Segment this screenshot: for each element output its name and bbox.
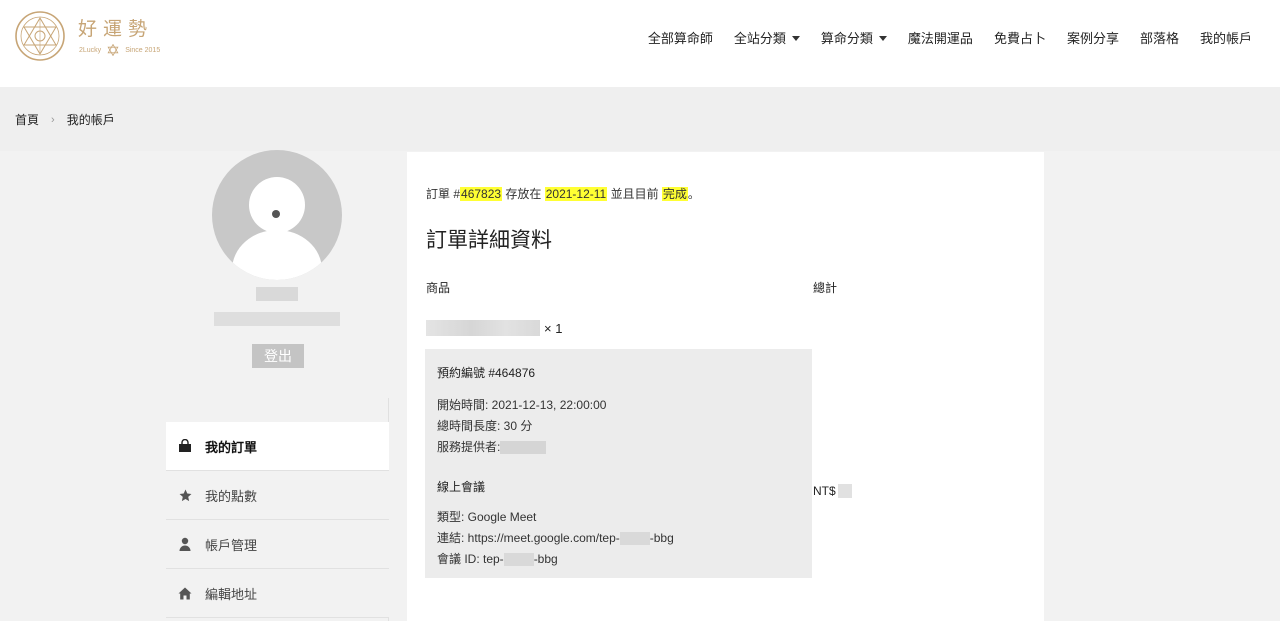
main-nav: 全部算命師 全站分類 算命分類 魔法開運品 免費占卜 案例分享 部落格 我的帳戶 xyxy=(648,28,1252,47)
column-header-total: 總計 xyxy=(813,281,838,295)
home-icon xyxy=(177,585,193,601)
redacted-price xyxy=(837,484,852,498)
caret-down-icon xyxy=(791,36,800,41)
booking-info: 開始時間: 2021-12-13, 22:00:00 總時間長度: 30 分 服… xyxy=(437,395,606,458)
meeting-id-suffix: -bbg xyxy=(533,552,558,566)
meeting-info: 類型: Google Meet 連結: https://meet.google.… xyxy=(437,507,674,570)
currency-label: NT$ xyxy=(813,484,836,498)
order-prefix: 訂單 # xyxy=(426,187,461,201)
redacted-product-name[interactable] xyxy=(426,320,540,336)
menu-item-edit-address[interactable]: 編輯地址 xyxy=(166,569,389,618)
site-header: 好運勢 2Lucky Since 2015 全部算命師 全站分類 算命分類 魔法… xyxy=(0,0,1280,87)
star-icon xyxy=(177,487,193,503)
meeting-title: 線上會議 xyxy=(437,480,486,494)
order-total-price: NT$ xyxy=(813,484,852,498)
avatar xyxy=(212,150,342,280)
meeting-id-prefix: 會議 ID: tep- xyxy=(437,552,504,566)
booking-details-box: 預約編號 #464876 開始時間: 2021-12-13, 22:00:00 … xyxy=(425,349,812,578)
meeting-type: 類型: Google Meet xyxy=(437,510,537,524)
nav-label: 算命分類 xyxy=(820,31,873,46)
product-quantity: × 1 xyxy=(544,320,563,336)
nav-label: 魔法開運品 xyxy=(907,31,973,46)
redacted-id-part xyxy=(503,553,534,567)
menu-label: 編輯地址 xyxy=(205,586,258,602)
redacted-email xyxy=(214,312,340,326)
nav-label: 案例分享 xyxy=(1066,31,1119,46)
booking-number: 預約編號 #464876 xyxy=(437,366,536,380)
logout-button[interactable]: 登出 xyxy=(252,344,304,368)
meeting-link-suffix: -bbg xyxy=(649,531,674,545)
nav-item-all-fortune-tellers[interactable]: 全部算命師 xyxy=(648,28,713,47)
booking-provider: 服務提供者: xyxy=(437,437,606,458)
avatar-dot xyxy=(272,210,280,218)
shopping-bag-icon xyxy=(177,438,193,454)
logo-title: 好運勢 xyxy=(78,18,154,40)
order-number: 467823 xyxy=(460,187,503,201)
caret-down-icon xyxy=(878,36,887,41)
redacted-username xyxy=(256,287,298,301)
nav-item-site-categories[interactable]: 全站分類 xyxy=(734,28,800,47)
nav-item-free-divination[interactable]: 免費占卜 xyxy=(994,28,1046,47)
meeting-id: 會議 ID: tep- -bbg xyxy=(437,549,674,570)
breadcrumb: 首頁 › 我的帳戶 xyxy=(15,111,115,128)
avatar-head xyxy=(249,177,305,233)
order-details-title: 訂單詳細資料 xyxy=(426,229,552,252)
hexagram-icon xyxy=(107,44,119,56)
logo-mark-icon xyxy=(15,11,65,61)
site-logo[interactable]: 好運勢 2Lucky Since 2015 xyxy=(14,10,174,62)
redacted-provider xyxy=(500,441,547,455)
menu-item-account-management[interactable]: 帳戶管理 xyxy=(166,520,389,569)
order-status-line: 訂單 #467823 存放在 2021-12-11 並且目前 完成。 xyxy=(426,185,700,202)
nav-item-magic-products[interactable]: 魔法開運品 xyxy=(908,28,973,47)
nav-label: 全部算命師 xyxy=(647,31,713,46)
nav-label: 部落格 xyxy=(1139,31,1179,46)
nav-label: 我的帳戶 xyxy=(1199,31,1252,46)
menu-item-my-points[interactable]: 我的點數 xyxy=(166,471,389,520)
breadcrumb-separator: › xyxy=(51,113,55,126)
booking-duration: 總時間長度: 30 分 xyxy=(437,419,533,433)
logo-sub-left: 2Lucky xyxy=(79,46,102,54)
menu-label: 我的點數 xyxy=(205,488,258,504)
nav-label: 免費占卜 xyxy=(993,31,1046,46)
nav-label: 全站分類 xyxy=(733,31,786,46)
logo-sub-right: Since 2015 xyxy=(125,46,161,54)
order-date: 2021-12-11 xyxy=(544,187,608,201)
product-row: × 1 xyxy=(426,320,562,336)
redacted-link-part xyxy=(619,532,650,546)
provider-label: 服務提供者: xyxy=(437,440,501,454)
order-status: 完成 xyxy=(661,187,688,201)
breadcrumb-bar: 首頁 › 我的帳戶 xyxy=(0,87,1280,151)
account-menu: 我的訂單 我的點數 帳戶管理 編輯地址 xyxy=(166,422,389,618)
menu-label: 帳戶管理 xyxy=(205,537,258,553)
breadcrumb-home-link[interactable]: 首頁 xyxy=(15,111,39,128)
column-header-product: 商品 xyxy=(426,281,451,295)
menu-label: 我的訂單 xyxy=(205,439,258,455)
order-end: 。 xyxy=(687,187,700,201)
meeting-link-prefix: 連結: https://meet.google.com/tep- xyxy=(437,531,620,545)
avatar-body xyxy=(232,230,322,280)
user-icon xyxy=(177,536,193,552)
menu-item-my-orders[interactable]: 我的訂單 xyxy=(166,422,389,471)
meeting-link[interactable]: 連結: https://meet.google.com/tep- -bbg xyxy=(437,528,674,549)
booking-start-time: 開始時間: 2021-12-13, 22:00:00 xyxy=(437,398,607,412)
logo-subtitle: 2Lucky Since 2015 xyxy=(79,44,160,56)
order-status-text: 並且目前 xyxy=(607,187,662,201)
nav-item-case-sharing[interactable]: 案例分享 xyxy=(1067,28,1119,47)
nav-item-blog[interactable]: 部落格 xyxy=(1140,28,1179,47)
order-placed-text: 存放在 xyxy=(502,187,545,201)
order-details-card: 訂單 #467823 存放在 2021-12-11 並且目前 完成。 訂單詳細資… xyxy=(407,152,1044,621)
nav-item-my-account[interactable]: 我的帳戶 xyxy=(1200,28,1252,47)
breadcrumb-current: 我的帳戶 xyxy=(66,113,115,127)
nav-item-fortune-categories[interactable]: 算命分類 xyxy=(821,28,887,47)
